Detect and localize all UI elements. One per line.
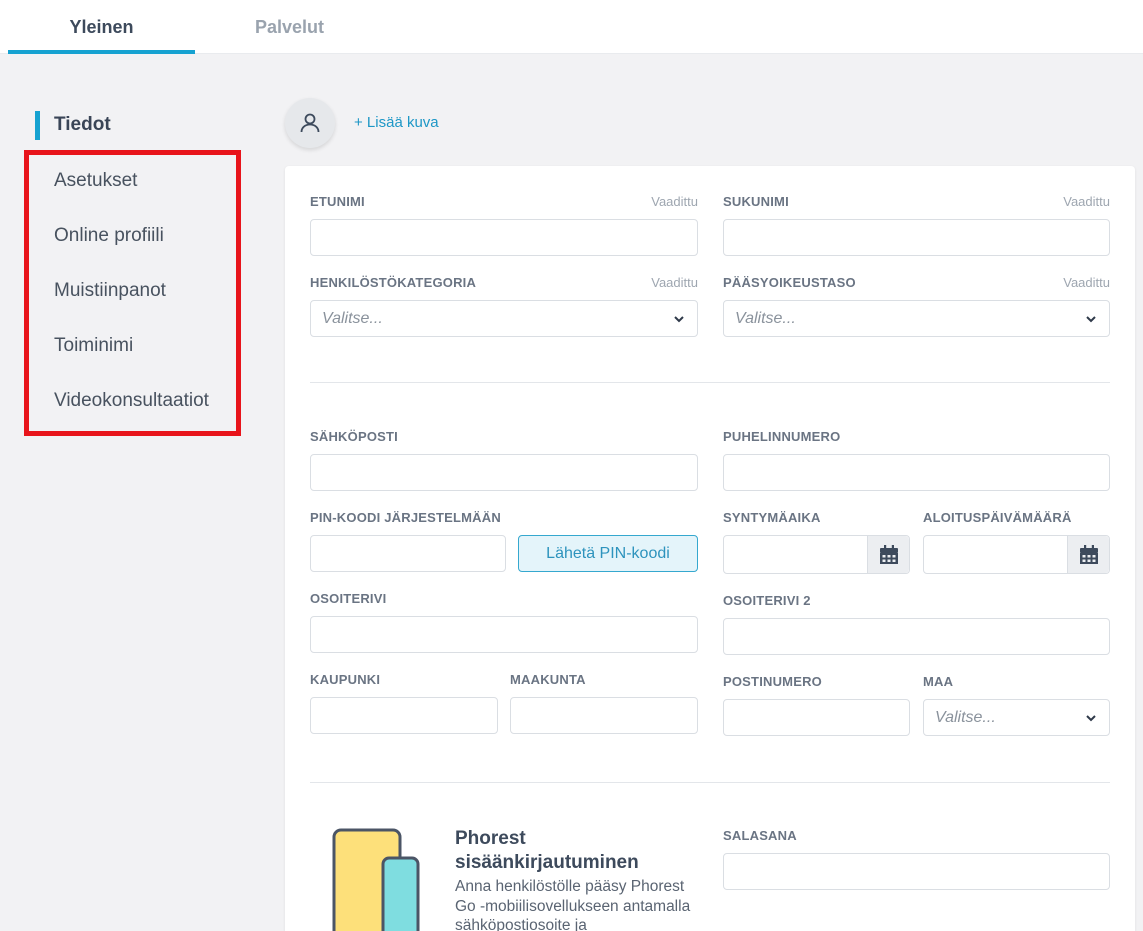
phone-input[interactable]: [723, 454, 1110, 491]
sidebar-item-online-profiili[interactable]: Online profiili: [54, 225, 164, 247]
country-label: MAA: [923, 674, 954, 689]
calendar-icon: [1079, 544, 1098, 564]
birthdate-label: SYNTYMÄAIKA: [723, 510, 821, 525]
start-date-label: ALOITUSPÄIVÄMÄÄRÄ: [923, 510, 1072, 525]
send-pin-button[interactable]: Lähetä PIN-koodi: [518, 535, 698, 572]
country-placeholder: Valitse...: [935, 709, 996, 726]
birthdate-input[interactable]: [723, 535, 910, 574]
add-photo-link[interactable]: + Lisää kuva: [354, 114, 439, 131]
region-label: MAAKUNTA: [510, 672, 586, 687]
chevron-down-icon: [1086, 316, 1096, 323]
last-name-label: SUKUNIMI: [723, 194, 789, 209]
address2-input[interactable]: [723, 618, 1110, 655]
city-input[interactable]: [310, 697, 498, 734]
access-level-label: PÄÄSYOIKEUSTASO: [723, 275, 856, 290]
address1-input[interactable]: [310, 616, 698, 653]
postcode-label: POSTINUMERO: [723, 674, 822, 689]
email-input[interactable]: [310, 454, 698, 491]
chevron-down-icon: [674, 316, 684, 323]
address1-label: OSOITERIVI: [310, 591, 387, 606]
sidebar-item-tiedot[interactable]: Tiedot: [54, 114, 111, 136]
start-date-input[interactable]: [923, 535, 1110, 574]
staff-category-placeholder: Valitse...: [322, 310, 383, 327]
email-label: SÄHKÖPOSTI: [310, 429, 398, 444]
calendar-button[interactable]: [1067, 536, 1109, 573]
calendar-icon: [879, 544, 898, 564]
access-level-required: Vaadittu: [1063, 275, 1110, 290]
calendar-button[interactable]: [867, 536, 909, 573]
section-divider: [310, 782, 1110, 783]
staff-category-select[interactable]: Valitse...: [310, 300, 698, 337]
password-input[interactable]: [723, 853, 1110, 890]
region-input[interactable]: [510, 697, 698, 734]
tab-palvelut[interactable]: Palvelut: [196, 0, 383, 54]
first-name-input[interactable]: [310, 219, 698, 256]
sidebar-item-videokonsultaatiot[interactable]: Videokonsultaatiot: [54, 390, 209, 412]
sidebar-item-toiminimi[interactable]: Toiminimi: [54, 335, 133, 357]
password-label: SALASANA: [723, 828, 797, 843]
phone-illustration: [332, 828, 420, 931]
staff-category-label: HENKILÖSTÖKATEGORIA: [310, 275, 477, 290]
access-level-select[interactable]: Valitse...: [723, 300, 1110, 337]
sidebar-item-muistiinpanot[interactable]: Muistiinpanot: [54, 280, 166, 302]
pin-label: PIN-KOODI JÄRJESTELMÄÄN: [310, 510, 501, 525]
last-name-required: Vaadittu: [1063, 194, 1110, 209]
promo-text: Anna henkilöstölle pääsy Phorest Go -mob…: [455, 878, 691, 931]
section-divider: [310, 382, 1110, 383]
access-level-placeholder: Valitse...: [735, 310, 796, 327]
avatar[interactable]: [285, 98, 335, 148]
address2-label: OSOITERIVI 2: [723, 593, 811, 608]
promo-title: Phorest sisäänkirjautuminen: [455, 828, 639, 873]
user-icon: [300, 113, 320, 133]
chevron-down-icon: [1086, 715, 1096, 722]
city-label: KAUPUNKI: [310, 672, 381, 687]
postcode-input[interactable]: [723, 699, 910, 736]
pin-input[interactable]: [310, 535, 506, 572]
staff-category-required: Vaadittu: [651, 275, 698, 290]
tab-yleinen[interactable]: Yleinen: [8, 0, 195, 54]
phone-label: PUHELINNUMERO: [723, 429, 841, 444]
top-tab-bar: Yleinen Palvelut: [0, 0, 1143, 54]
sidebar-active-marker: [35, 111, 40, 140]
first-name-required: Vaadittu: [651, 194, 698, 209]
sidebar-item-asetukset[interactable]: Asetukset: [54, 170, 137, 192]
first-name-label: ETUNIMI: [310, 194, 365, 209]
last-name-input[interactable]: [723, 219, 1110, 256]
country-select[interactable]: Valitse...: [923, 699, 1110, 736]
